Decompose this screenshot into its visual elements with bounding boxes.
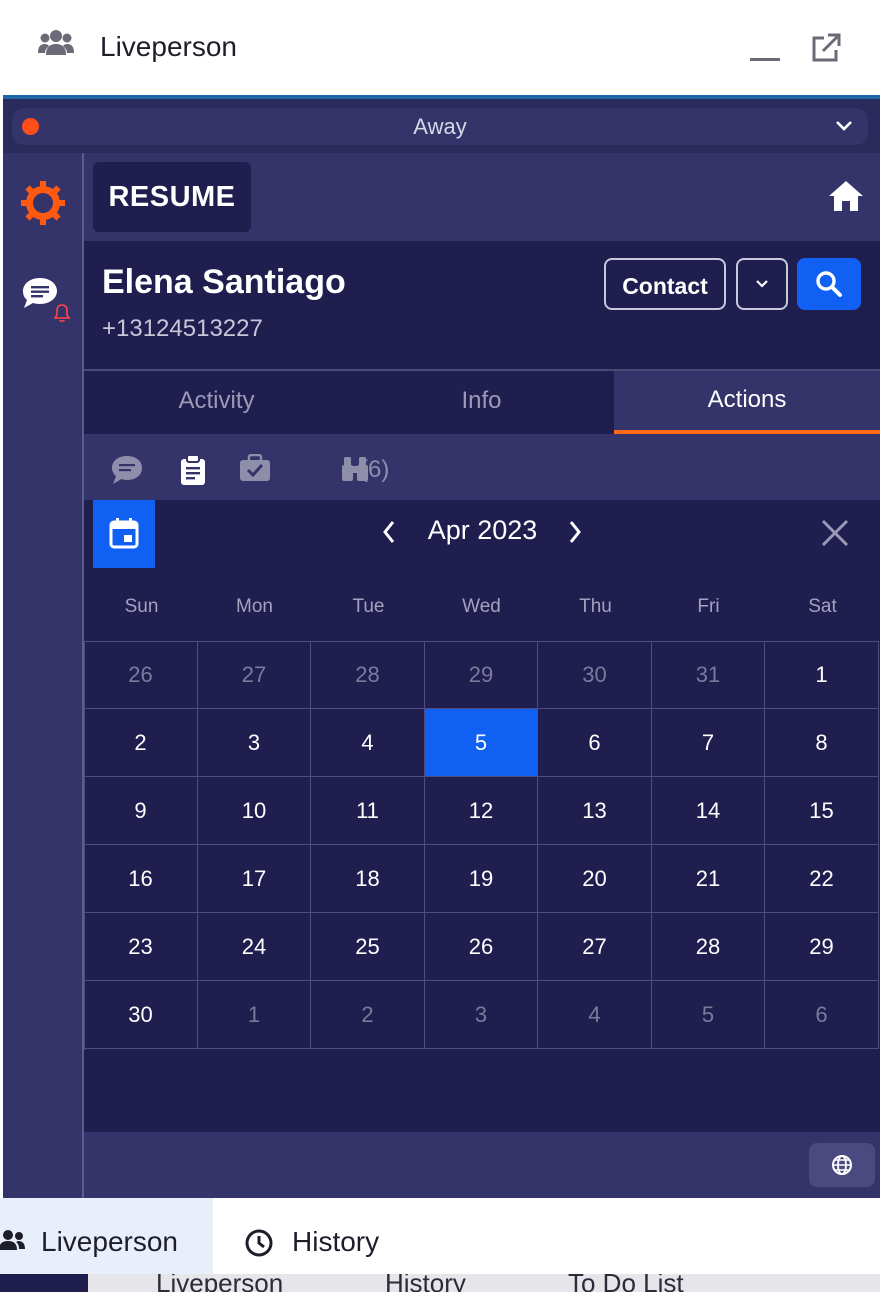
calendar-day[interactable]: 6 bbox=[538, 709, 652, 777]
language-button[interactable] bbox=[809, 1143, 875, 1187]
background-tab-label: Liveperson bbox=[156, 1274, 284, 1292]
calendar-day[interactable]: 23 bbox=[84, 913, 198, 981]
calendar-day[interactable]: 24 bbox=[198, 913, 311, 981]
search-icon bbox=[816, 271, 842, 297]
calendar-day[interactable]: 2 bbox=[311, 981, 425, 1049]
calendar-day[interactable]: 29 bbox=[425, 641, 538, 709]
binoculars-icon[interactable] bbox=[340, 455, 370, 483]
window-titlebar: Liveperson bbox=[0, 0, 880, 96]
weekday-label: Wed bbox=[462, 596, 501, 617]
background-tab-strip: Liveperson History To Do List bbox=[0, 1274, 880, 1292]
calendar-day[interactable]: 13 bbox=[538, 777, 652, 845]
people-icon bbox=[0, 1230, 25, 1250]
chevron-down-icon bbox=[836, 121, 852, 131]
contact-tabs: Activity Info Actions bbox=[84, 369, 880, 434]
calendar-day[interactable]: 26 bbox=[84, 641, 198, 709]
calendar-day[interactable]: 27 bbox=[538, 913, 652, 981]
clock-icon bbox=[245, 1229, 273, 1257]
contact-phone: +13124513227 bbox=[102, 315, 263, 342]
calendar-day[interactable]: 1 bbox=[198, 981, 311, 1049]
calendar-day[interactable]: 15 bbox=[765, 777, 879, 845]
weekday-label: Thu bbox=[579, 596, 612, 617]
calendar-day[interactable]: 5 bbox=[652, 981, 765, 1049]
weekday-label: Tue bbox=[352, 596, 385, 617]
contact-button[interactable]: Contact bbox=[604, 258, 726, 310]
left-sidebar bbox=[3, 153, 84, 1198]
calendar-month-label: Apr 2023 bbox=[427, 515, 538, 545]
calendar-day[interactable]: 22 bbox=[765, 845, 879, 913]
calendar-day[interactable]: 5 bbox=[425, 709, 538, 777]
calendar-day[interactable]: 3 bbox=[198, 709, 311, 777]
calendar-day[interactable]: 20 bbox=[538, 845, 652, 913]
calendar-day[interactable]: 28 bbox=[652, 913, 765, 981]
calendar-day[interactable]: 2 bbox=[84, 709, 198, 777]
window-title: Liveperson bbox=[100, 31, 237, 62]
clipboard-icon[interactable] bbox=[178, 454, 208, 486]
chevron-down-icon bbox=[756, 280, 768, 288]
calendar-day[interactable]: 1 bbox=[765, 641, 879, 709]
calendar-day[interactable]: 7 bbox=[652, 709, 765, 777]
weekday-label: Fri bbox=[697, 596, 720, 617]
calendar-day[interactable]: 27 bbox=[198, 641, 311, 709]
calendar-day[interactable]: 12 bbox=[425, 777, 538, 845]
close-icon[interactable] bbox=[820, 518, 850, 548]
contact-dropdown-button[interactable] bbox=[736, 258, 788, 310]
weekday-label: Mon bbox=[236, 596, 273, 617]
status-selector[interactable]: Away bbox=[12, 108, 868, 145]
calendar-day[interactable]: 4 bbox=[538, 981, 652, 1049]
calendar-day[interactable]: 30 bbox=[538, 641, 652, 709]
calendar-day[interactable]: 3 bbox=[425, 981, 538, 1049]
calendar-day[interactable]: 16 bbox=[84, 845, 198, 913]
calendar-day[interactable]: 14 bbox=[652, 777, 765, 845]
search-button[interactable] bbox=[797, 258, 861, 310]
task-briefcase-icon[interactable] bbox=[239, 454, 271, 482]
background-tab-label: History bbox=[385, 1274, 466, 1292]
calendar-day[interactable]: 6 bbox=[765, 981, 879, 1049]
contact-name: Elena Santiago bbox=[102, 263, 346, 301]
globe-icon bbox=[832, 1155, 852, 1175]
background-tab-label: To Do List bbox=[568, 1274, 684, 1292]
bell-icon bbox=[53, 304, 71, 322]
calendar-day[interactable]: 30 bbox=[84, 981, 198, 1049]
calendar-day[interactable]: 10 bbox=[198, 777, 311, 845]
tab-activity[interactable]: Activity bbox=[84, 371, 349, 434]
calendar-day[interactable]: 8 bbox=[765, 709, 879, 777]
calendar-day[interactable]: 18 bbox=[311, 845, 425, 913]
people-icon bbox=[38, 30, 74, 55]
actions-toolbar: (6) bbox=[84, 434, 880, 500]
tab-info[interactable]: Info bbox=[349, 371, 614, 434]
popout-icon[interactable] bbox=[808, 30, 844, 66]
calendar-icon bbox=[109, 518, 139, 549]
calendar-day[interactable]: 19 bbox=[425, 845, 538, 913]
calendar-day[interactable]: 28 bbox=[311, 641, 425, 709]
panel-footer bbox=[84, 1132, 880, 1198]
gear-icon[interactable] bbox=[20, 180, 66, 226]
calendar-day[interactable]: 17 bbox=[198, 845, 311, 913]
tab-actions[interactable]: Actions bbox=[614, 371, 880, 434]
calendar-day[interactable]: 9 bbox=[84, 777, 198, 845]
weekday-label: Sat bbox=[808, 596, 837, 617]
calendar-day[interactable]: 21 bbox=[652, 845, 765, 913]
bottom-tab-label: History bbox=[292, 1226, 380, 1257]
calendar-day[interactable]: 26 bbox=[425, 913, 538, 981]
bottom-tab-label: Liveperson bbox=[41, 1226, 178, 1257]
chevron-right-icon[interactable] bbox=[566, 519, 584, 545]
calendar-grid: 26 27 28 29 30 31 1 2 3 4 5 6 7 8 9 10 11 12 13 14 15 16 17 18 1… bbox=[84, 641, 879, 1050]
chevron-left-icon[interactable] bbox=[380, 519, 398, 545]
minimize-icon[interactable] bbox=[748, 44, 782, 64]
message-icon[interactable] bbox=[109, 453, 145, 487]
home-icon[interactable] bbox=[826, 178, 866, 214]
status-label: Away bbox=[413, 114, 467, 139]
calendar-day[interactable]: 29 bbox=[765, 913, 879, 981]
calendar-day[interactable]: 11 bbox=[311, 777, 425, 845]
background-strip-edge bbox=[0, 1274, 88, 1292]
calendar-day[interactable]: 31 bbox=[652, 641, 765, 709]
calendar-day[interactable]: 25 bbox=[311, 913, 425, 981]
calendar-toggle-button[interactable] bbox=[93, 500, 155, 568]
resume-button[interactable]: RESUME bbox=[93, 162, 251, 232]
calendar-day[interactable]: 4 bbox=[311, 709, 425, 777]
weekday-label: Sun bbox=[124, 596, 159, 617]
